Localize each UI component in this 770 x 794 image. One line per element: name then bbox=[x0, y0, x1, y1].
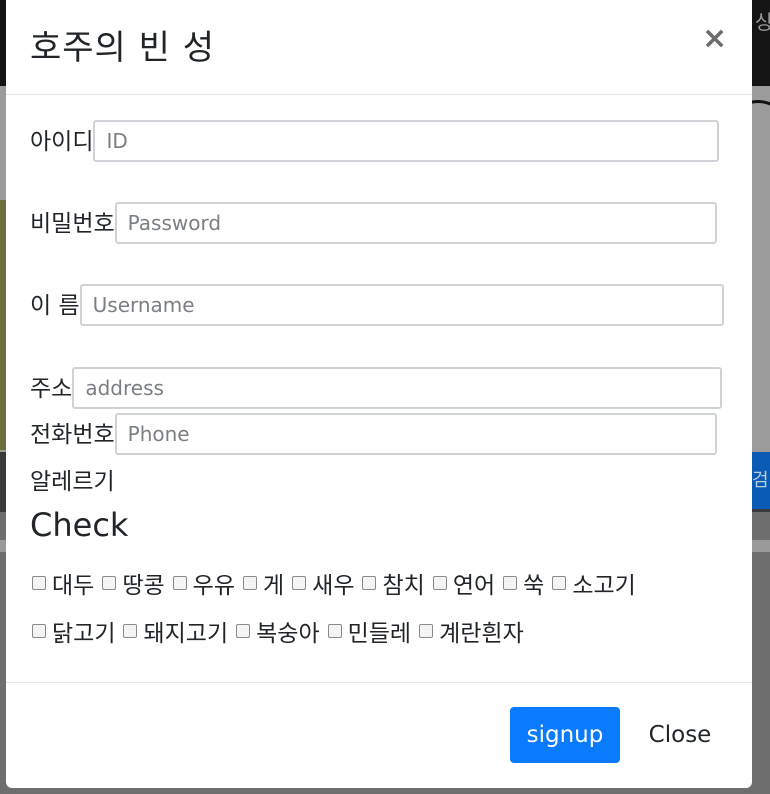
allergy-label: 알레르기 bbox=[30, 469, 115, 495]
password-label: 비밀번호 bbox=[30, 211, 115, 237]
allergy-checkbox[interactable] bbox=[419, 624, 434, 638]
allergy-option-label: 닭고기 bbox=[52, 621, 116, 647]
address-label: 주소 bbox=[30, 376, 73, 402]
allergy-option-label: 민들레 bbox=[347, 621, 412, 647]
allergy-option-label: 소고기 bbox=[572, 573, 636, 599]
allergy-checkbox[interactable] bbox=[503, 576, 518, 590]
allergy-checkbox[interactable] bbox=[172, 576, 187, 590]
field-row-address: 주소 bbox=[30, 367, 723, 409]
background-navbar-text: 상 bbox=[755, 10, 770, 34]
allergy-option[interactable]: 새우 bbox=[290, 566, 354, 600]
allergy-option[interactable]: 계란흰자 bbox=[417, 614, 524, 648]
allergy-checkbox[interactable] bbox=[432, 576, 447, 590]
allergy-option[interactable]: 쑥 bbox=[501, 566, 544, 600]
allergy-option-label: 새우 bbox=[312, 573, 355, 599]
close-icon[interactable]: × bbox=[702, 22, 727, 56]
allergy-checkbox[interactable] bbox=[552, 576, 567, 590]
check-heading: Check bbox=[30, 506, 129, 544]
close-button[interactable]: Close bbox=[636, 707, 724, 763]
allergy-checkbox[interactable] bbox=[236, 624, 251, 638]
field-row-id: 아이디 bbox=[30, 120, 720, 162]
signup-modal: 호주의 빈 성 × 아이디 비밀번호 이 름 주소 전화번호 알레르기 Chec… bbox=[6, 0, 752, 788]
allergy-option-label: 우유 bbox=[192, 573, 235, 599]
signup-button[interactable]: signup bbox=[510, 707, 620, 763]
allergy-option-label: 복숭아 bbox=[256, 621, 320, 647]
modal-footer-divider bbox=[6, 682, 752, 683]
allergy-option[interactable]: 연어 bbox=[431, 566, 495, 600]
allergy-option[interactable]: 대두 bbox=[30, 566, 94, 600]
allergy-option[interactable]: 소고기 bbox=[550, 566, 636, 600]
allergy-checkbox[interactable] bbox=[242, 576, 257, 590]
allergy-option-label: 게 bbox=[262, 573, 285, 599]
id-input[interactable] bbox=[93, 120, 720, 162]
allergy-checkbox[interactable] bbox=[32, 576, 46, 590]
allergy-option[interactable]: 닭고기 bbox=[30, 614, 115, 648]
allergy-option-label: 쑥 bbox=[523, 573, 545, 599]
allergy-option[interactable]: 게 bbox=[241, 566, 284, 600]
id-label: 아이디 bbox=[30, 129, 94, 155]
allergy-option-label: 계란흰자 bbox=[439, 621, 524, 647]
allergy-checkbox-row-1: 대두 땅콩 우유 게 새우 참치 연어 쑥 소고기 bbox=[30, 566, 642, 600]
allergy-option-label: 연어 bbox=[452, 573, 496, 599]
allergy-option[interactable]: 우유 bbox=[171, 566, 235, 600]
allergy-checkbox[interactable] bbox=[362, 576, 377, 590]
allergy-option[interactable]: 복숭아 bbox=[234, 614, 320, 648]
modal-title: 호주의 빈 성 bbox=[30, 28, 216, 68]
allergy-option-label: 참치 bbox=[382, 573, 425, 599]
username-input[interactable] bbox=[79, 284, 724, 326]
phone-input[interactable] bbox=[114, 413, 717, 455]
phone-label: 전화번호 bbox=[30, 422, 115, 448]
allergy-checkbox[interactable] bbox=[102, 576, 117, 590]
allergy-option[interactable]: 참치 bbox=[360, 566, 425, 600]
field-row-username: 이 름 bbox=[30, 284, 724, 326]
allergy-checkbox[interactable] bbox=[32, 624, 46, 638]
allergy-option-label: 땅콩 bbox=[122, 573, 165, 599]
modal-header: 호주의 빈 성 × bbox=[6, 0, 752, 95]
allergy-option[interactable]: 땅콩 bbox=[100, 566, 165, 600]
address-input[interactable] bbox=[72, 367, 723, 409]
allergy-checkbox[interactable] bbox=[292, 576, 307, 590]
allergy-option-label: 돼지고기 bbox=[143, 621, 229, 647]
allergy-checkbox[interactable] bbox=[123, 624, 138, 638]
allergy-option-label: 대두 bbox=[52, 573, 95, 599]
allergy-checkbox-row-2: 닭고기 돼지고기 복숭아 민들레 계란흰자 bbox=[30, 614, 530, 648]
username-label: 이 름 bbox=[30, 293, 80, 319]
allergy-option[interactable]: 돼지고기 bbox=[121, 614, 228, 648]
field-row-phone: 전화번호 bbox=[30, 413, 717, 455]
password-input[interactable] bbox=[114, 202, 717, 244]
background-search-button: 검 bbox=[752, 452, 770, 509]
field-row-password: 비밀번호 bbox=[30, 202, 717, 244]
allergy-checkbox[interactable] bbox=[327, 624, 342, 638]
allergy-option[interactable]: 민들레 bbox=[326, 614, 411, 648]
